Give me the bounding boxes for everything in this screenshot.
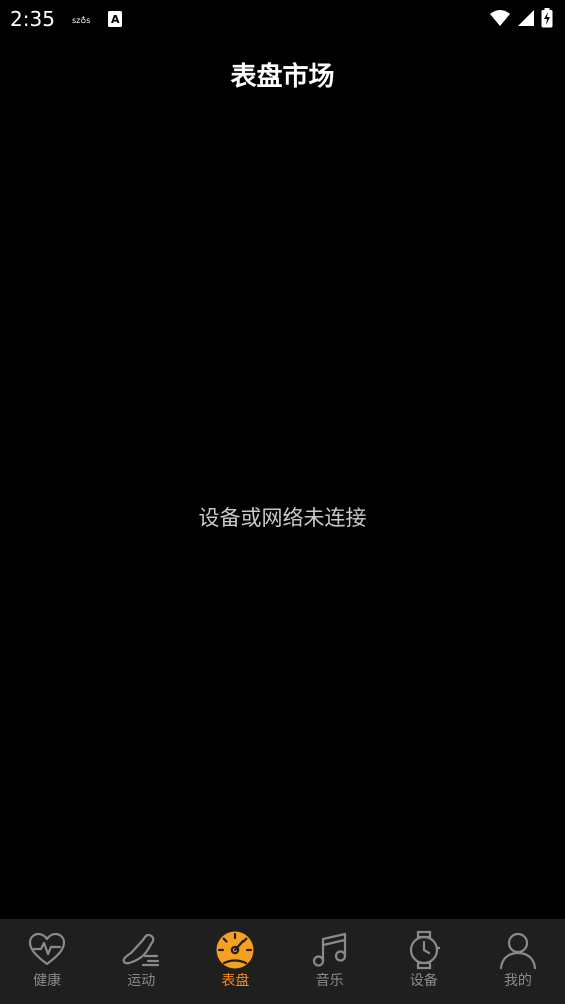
tab-label: 设备: [409, 973, 438, 989]
tab-me[interactable]: 我的: [471, 919, 565, 1004]
watch-icon: [409, 930, 440, 970]
svg-text:A: A: [111, 13, 120, 26]
bottom-tab-bar: 健康 运动 表盘 音乐 设备 我的: [0, 919, 565, 1004]
running-shoe-icon: [122, 933, 160, 967]
status-system-icons: [489, 7, 553, 29]
battery-charging-icon: [541, 8, 553, 28]
tab-music[interactable]: 音乐: [283, 919, 377, 1004]
tab-label: 运动: [127, 973, 156, 989]
tab-label: 音乐: [315, 973, 344, 989]
page-title: 表盘市场: [230, 62, 335, 92]
status-time: 2:35: [10, 7, 55, 31]
tab-watch-face[interactable]: 表盘: [188, 919, 282, 1004]
person-icon: [499, 932, 537, 970]
heart-pulse-icon: [28, 932, 66, 966]
svg-text:sz♁s: sz♁s: [72, 16, 90, 25]
sz-app-icon: sz♁s: [72, 16, 90, 25]
tab-label: 健康: [33, 973, 62, 989]
tab-label: 我的: [503, 973, 532, 989]
status-bar: 2:35 sz♁s A: [0, 0, 565, 38]
empty-state-message: 设备或网络未连接: [198, 506, 367, 530]
a-text-icon: A: [108, 11, 122, 27]
tab-health[interactable]: 健康: [0, 919, 94, 1004]
music-note-icon: [312, 932, 346, 967]
tab-device[interactable]: 设备: [377, 919, 471, 1004]
tab-sport[interactable]: 运动: [94, 919, 188, 1004]
tab-label: 表盘: [221, 973, 250, 989]
signal-icon: [518, 10, 534, 26]
wifi-icon: [490, 10, 510, 26]
dial-gauge-icon: [216, 931, 254, 969]
